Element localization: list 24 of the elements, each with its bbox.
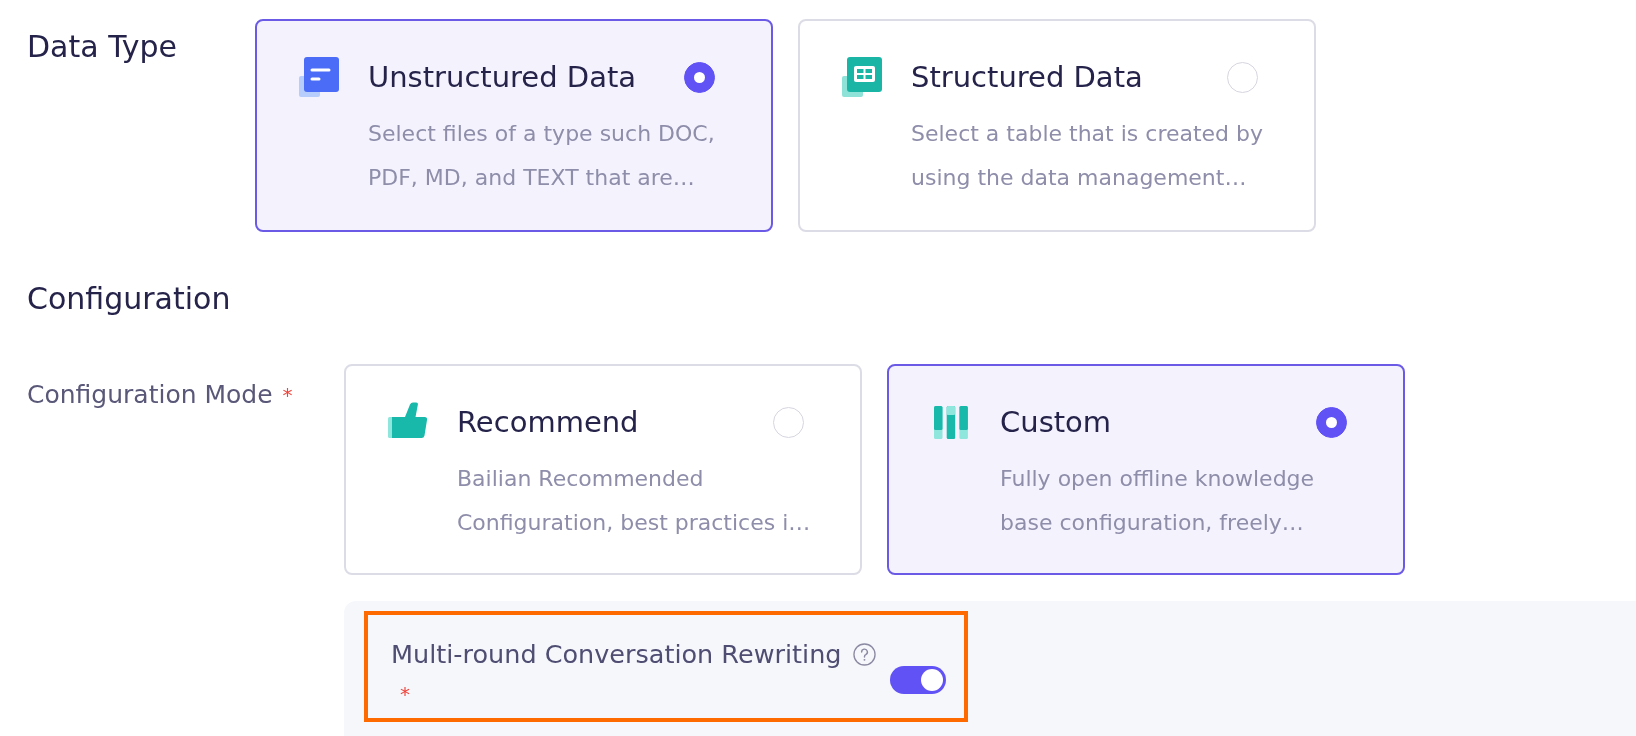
- section-title: Data Type: [27, 29, 178, 65]
- toggle-switch[interactable]: [890, 666, 946, 694]
- section-title: Configuration: [27, 281, 231, 317]
- document-icon: [299, 57, 339, 97]
- required-mark: *: [400, 684, 410, 704]
- option-title: Recommend: [457, 404, 639, 441]
- option-title: Structured Data: [911, 59, 1143, 96]
- radio-button[interactable]: [684, 61, 715, 93]
- option-description: Bailian Recommended Configuration, best practices i…: [457, 465, 812, 537]
- field-label: Configuration Mode: [27, 379, 273, 411]
- required-mark: *: [282, 385, 293, 405]
- option-description: Fully open offline knowledge base configuration, freely…: [1000, 465, 1316, 537]
- help-icon[interactable]: [853, 642, 877, 666]
- option-title: Custom: [1000, 404, 1112, 441]
- field-label: Multi-round Conversation Rewriting: [391, 639, 842, 669]
- option-description: Select a table that is created by using the data management…: [911, 120, 1265, 192]
- option-title: Unstructured Data: [368, 59, 637, 96]
- option-card[interactable]: Unstructured Data Select files of a type such DOC, PDF, MD, and TEXT that are…: [255, 19, 773, 232]
- radio-button[interactable]: [1316, 406, 1347, 438]
- table-icon: [842, 57, 882, 97]
- option-card[interactable]: Structured Data Select a table that is created by using the data management…: [798, 19, 1316, 232]
- option-card[interactable]: Custom Fully open offline knowledge base configuration, freely…: [887, 364, 1405, 575]
- option-card[interactable]: Recommend Bailian Recommended Configuration, best practices i…: [344, 364, 862, 575]
- option-description: Select files of a type such DOC, PDF, MD, and TEXT that are…: [368, 120, 716, 192]
